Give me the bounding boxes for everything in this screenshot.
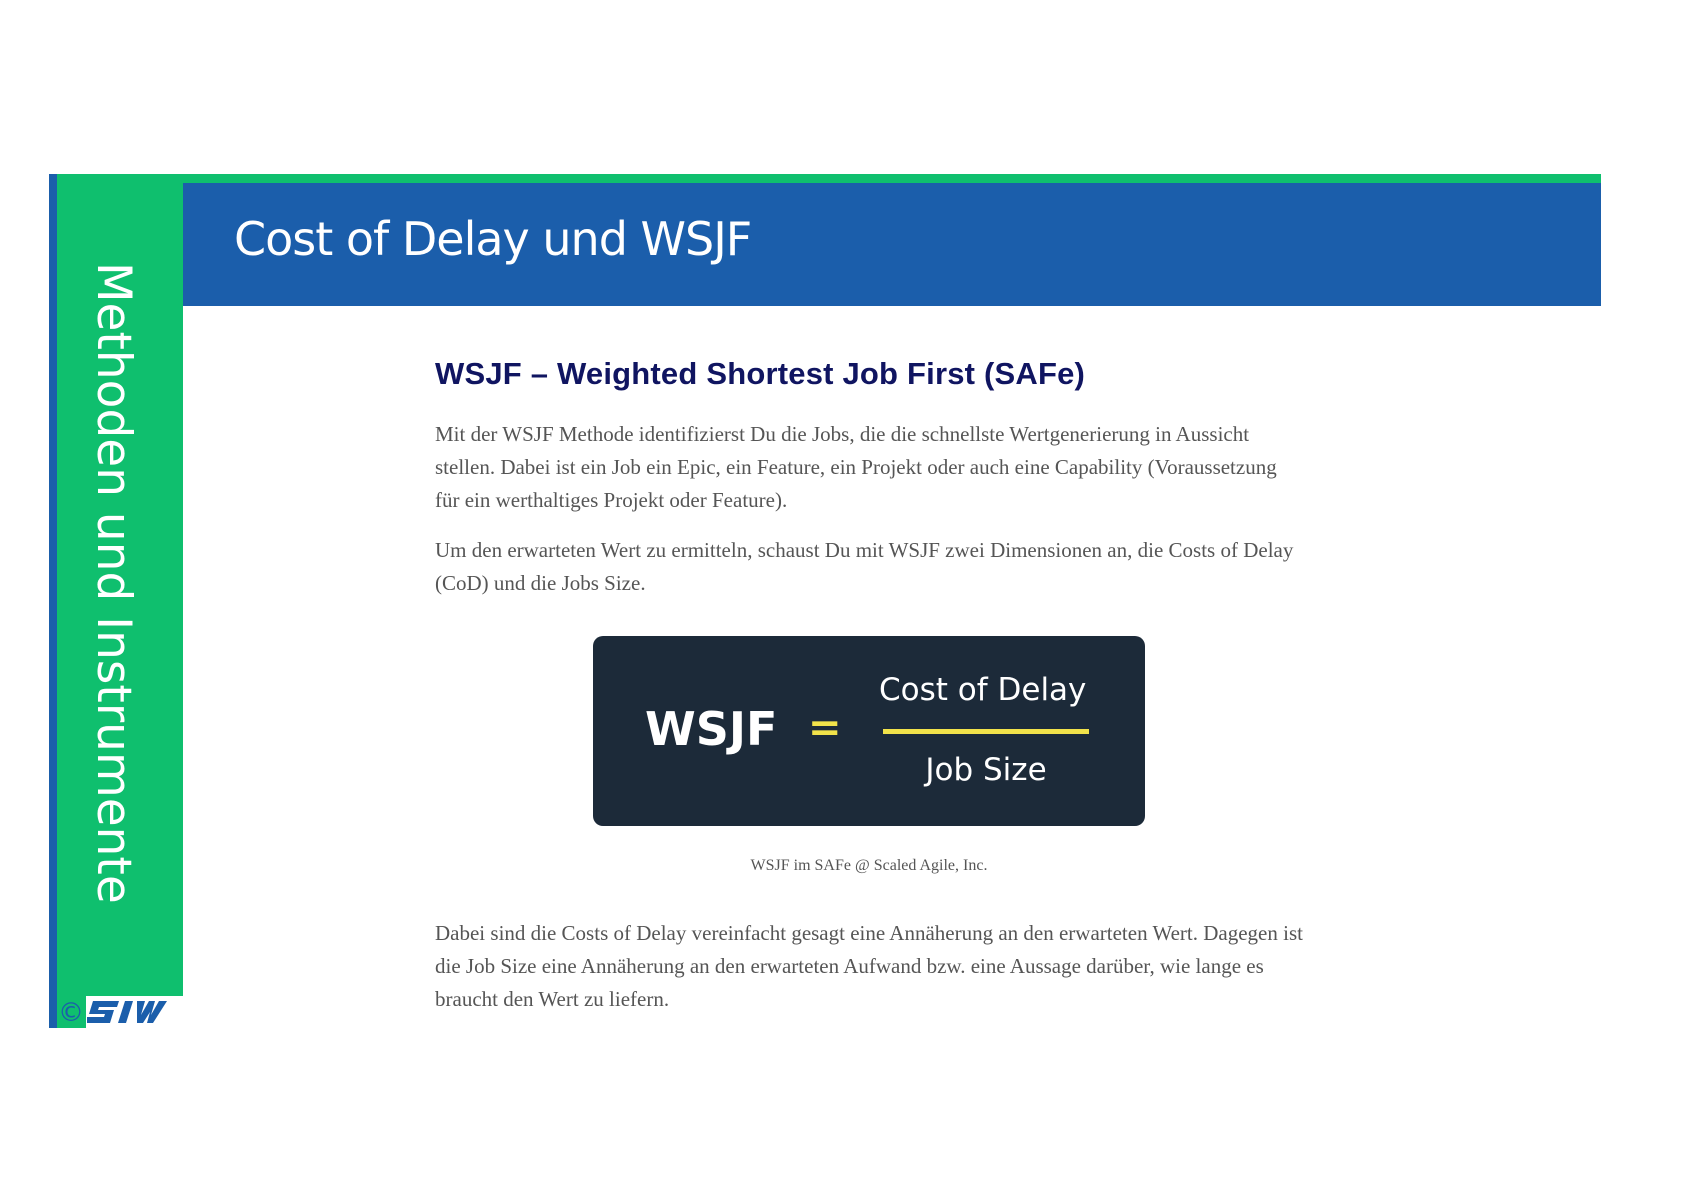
page-title: Cost of Delay und WSJF (234, 212, 752, 266)
siw-logo-icon (86, 996, 184, 1028)
paragraph-explanation: Dabei sind die Costs of Delay vereinfach… (435, 921, 1303, 1011)
formula-caption: WSJF im SAFe @ Scaled Agile, Inc. (750, 857, 988, 874)
paragraph-intro: Mit der WSJF Methode identifizierst Du d… (435, 422, 1277, 512)
formula-fraction-bar (883, 729, 1089, 734)
sidebar-title: Methoden und Instrumente (86, 262, 141, 904)
header-accent-line (183, 174, 1601, 183)
paragraph-dimensions: Um den erwarteten Wert zu ermitteln, sch… (435, 538, 1294, 595)
content-heading: WSJF – Weighted Shortest Job First (SAFe… (435, 356, 1086, 391)
wsjf-formula-graphic: WSJF = Cost of Delay Job Size (593, 636, 1145, 826)
formula-numerator: Cost of Delay (879, 672, 1087, 708)
formula-left: WSJF (645, 702, 778, 756)
formula-equals: = (808, 705, 842, 751)
siw-logo: © (58, 988, 184, 1028)
slide: Methoden und Instrumente © Cost of Delay… (0, 0, 1683, 1190)
formula-denominator: Job Size (925, 752, 1047, 788)
copyright-symbol: © (58, 998, 84, 1028)
content-section: WSJF – Weighted Shortest Job First (SAFe… (435, 350, 1305, 600)
header-bar: Cost of Delay und WSJF (183, 183, 1601, 306)
